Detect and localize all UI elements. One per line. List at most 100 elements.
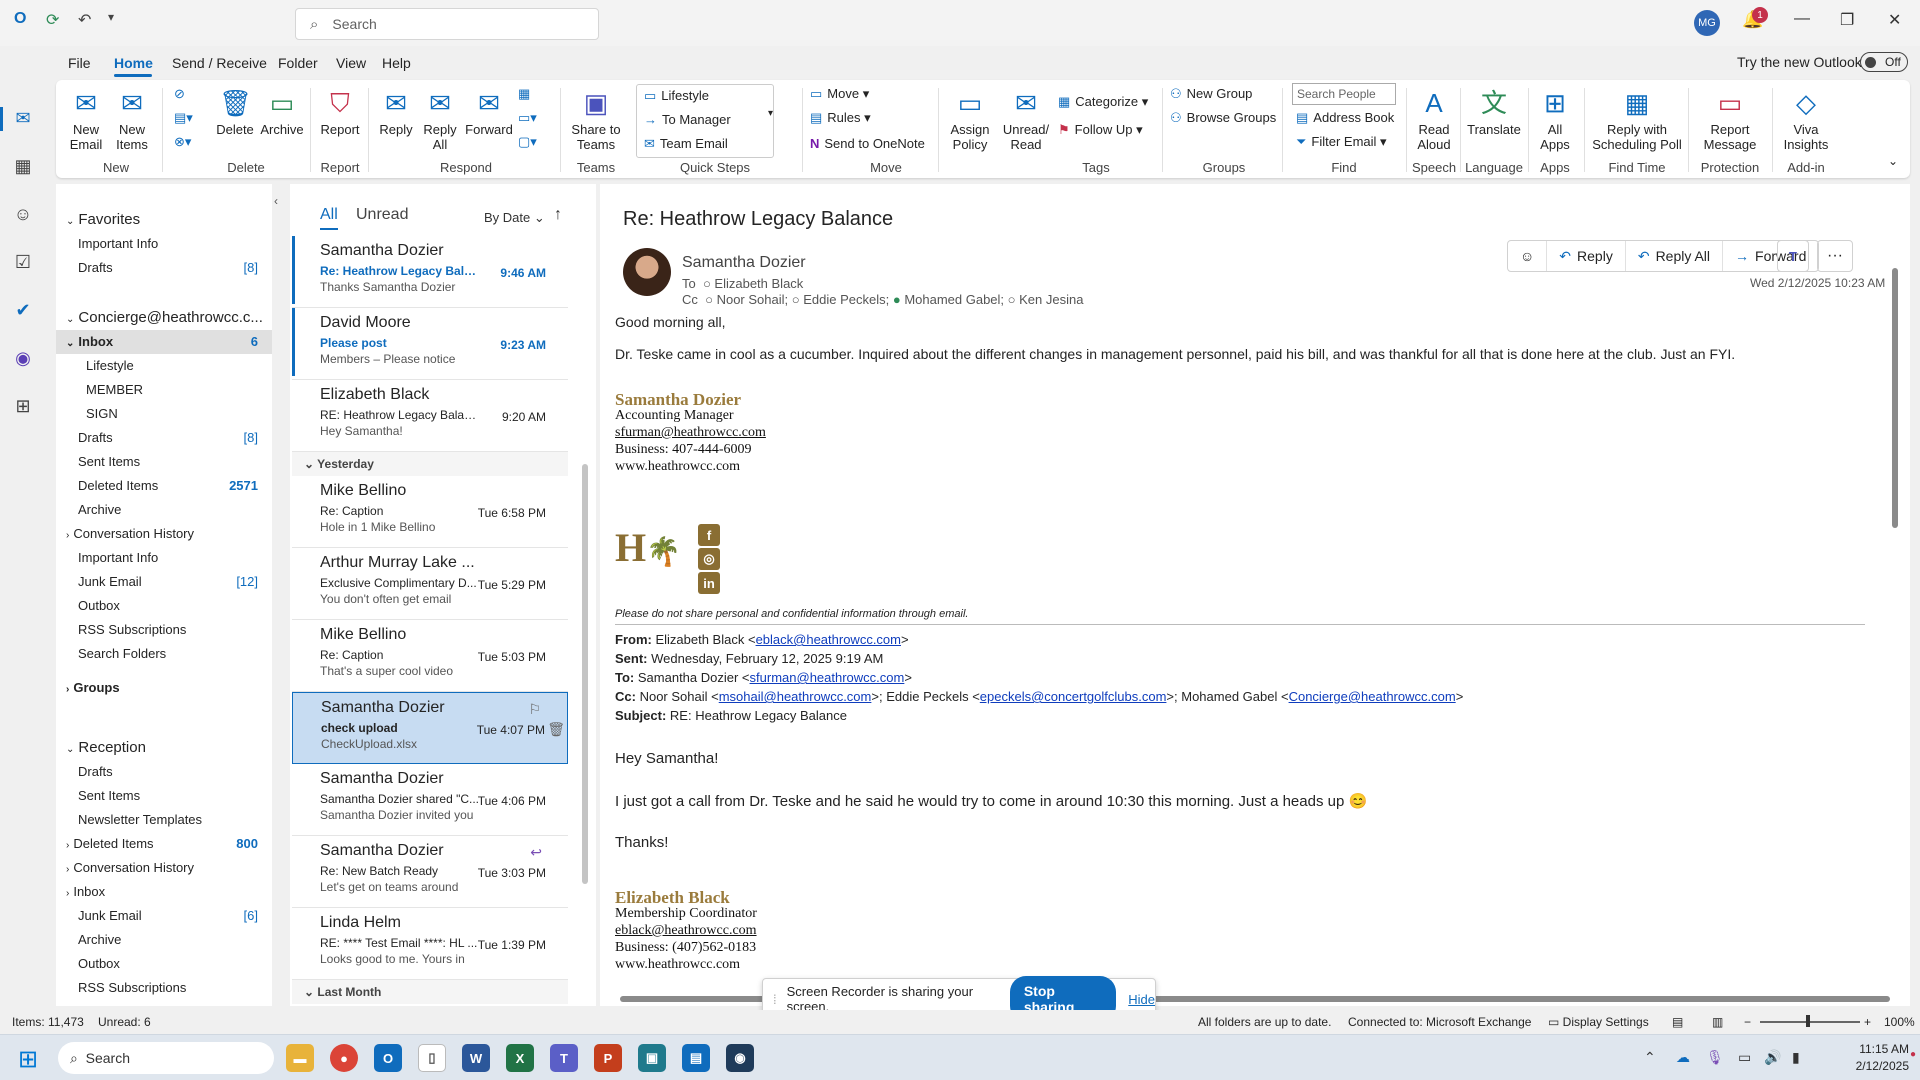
im-icon[interactable]: ▭▾ xyxy=(518,110,542,126)
hide-sharing-bar-link[interactable]: Hide xyxy=(1128,992,1155,1007)
new-group-button[interactable]: ⚇ New Group xyxy=(1170,86,1252,102)
apps-icon[interactable]: ⊞ xyxy=(11,394,35,418)
folder-lifestyle[interactable]: Lifestyle xyxy=(56,354,272,378)
reception-conversation-history[interactable]: › Conversation History xyxy=(56,856,272,880)
folder-member[interactable]: MEMBER xyxy=(56,378,272,402)
sync-icon[interactable]: ⟳ xyxy=(46,10,59,30)
undo-icon[interactable]: ↶ xyxy=(78,10,91,30)
linkedin-icon[interactable]: in xyxy=(698,572,720,594)
folder-favorites-important-info[interactable]: Important Info xyxy=(56,232,272,256)
viva-insights-button[interactable]: ◇ Viva Insights xyxy=(1776,88,1836,152)
reception-sent-items[interactable]: Sent Items xyxy=(56,784,272,808)
onedrive-icon[interactable]: ☁ xyxy=(1676,1049,1690,1066)
collapse-pane-icon[interactable]: ‹ xyxy=(274,194,278,208)
flag-icon[interactable]: ⚐ xyxy=(528,701,541,718)
group-header-last-month[interactable]: ⌄ Last Month xyxy=(292,980,568,1004)
drag-handle-icon[interactable]: ⁞ xyxy=(773,992,777,1007)
list-item[interactable]: Samantha Dozier Samantha Dozier shared "… xyxy=(292,764,568,836)
folder-rss-subscriptions[interactable]: RSS Subscriptions xyxy=(56,618,272,642)
list-item[interactable]: Mike Bellino Re: Caption Tue 5:03 PM Tha… xyxy=(292,620,568,692)
list-item[interactable]: Arthur Murray Lake ... Exclusive Complim… xyxy=(292,548,568,620)
screen-recorder-icon[interactable]: ◉ xyxy=(726,1044,754,1072)
close-icon[interactable]: ✕ xyxy=(1888,10,1901,30)
chrome-icon[interactable]: ● xyxy=(330,1044,358,1072)
display-settings-button[interactable]: ▭ Display Settings xyxy=(1548,1015,1649,1029)
quick-step-team-email[interactable]: ✉ Team Email xyxy=(644,136,728,152)
new-items-button[interactable]: ✉ New Items xyxy=(108,88,156,152)
sender-name[interactable]: Samantha Dozier xyxy=(682,254,806,272)
menu-home[interactable]: Home xyxy=(114,55,153,71)
recipient[interactable]: Mohamed Gabel; xyxy=(904,292,1004,307)
emoji-react-button[interactable]: ☺ xyxy=(1508,241,1548,271)
follow-up-button[interactable]: ⚑ Follow Up ▾ xyxy=(1058,122,1143,138)
sort-direction-icon[interactable]: ↑ xyxy=(554,206,562,224)
menu-file[interactable]: File xyxy=(68,55,91,71)
ribbon-collapse-icon[interactable]: ⌄ xyxy=(1888,154,1898,168)
meeting-icon[interactable]: ▦ xyxy=(518,86,535,102)
todo-icon[interactable]: ✔ xyxy=(11,298,35,322)
windows-start-icon[interactable]: ⊞ xyxy=(18,1045,38,1074)
reception-junk-email[interactable]: Junk Email [6] xyxy=(56,904,272,928)
report-message-button[interactable]: ▭ Report Message xyxy=(1692,88,1768,152)
search-input[interactable]: Search xyxy=(332,16,376,32)
all-apps-button[interactable]: ⊞ All Apps xyxy=(1530,88,1580,152)
menu-send-receive[interactable]: Send / Receive xyxy=(172,55,267,71)
email-link[interactable]: sfurman@heathrowcc.com xyxy=(750,670,905,685)
avatar[interactable]: MG xyxy=(1694,10,1720,36)
powerpoint-icon[interactable]: P xyxy=(594,1044,622,1072)
customize-toolbar-icon[interactable]: ▾ xyxy=(108,10,114,24)
zoom-out-icon[interactable]: − xyxy=(1744,1015,1751,1029)
battery-icon[interactable]: ▮ xyxy=(1792,1049,1800,1066)
outlook-taskbar-icon[interactable]: O xyxy=(374,1044,402,1072)
junk-icon[interactable]: ⊗▾ xyxy=(174,134,196,150)
menu-folder[interactable]: Folder xyxy=(278,55,318,71)
share-to-teams-button[interactable]: ▣ Share to Teams xyxy=(566,88,626,152)
instagram-icon[interactable]: ◎ xyxy=(698,548,720,570)
unread-read-button[interactable]: ✉ Unread/ Read xyxy=(998,88,1054,152)
zoom-level[interactable]: 100% xyxy=(1884,1015,1915,1029)
quick-step-lifestyle[interactable]: ▭ Lifestyle xyxy=(644,88,709,104)
rules-button[interactable]: ▤ Rules ▾ xyxy=(810,110,871,126)
search-people-input[interactable]: Search People xyxy=(1292,83,1396,105)
zoom-slider[interactable] xyxy=(1760,1021,1860,1023)
recipient[interactable]: Noor Sohail; xyxy=(717,292,789,307)
folder-junk-email[interactable]: Junk Email [12] xyxy=(56,570,272,594)
folder-sent-items[interactable]: Sent Items xyxy=(56,450,272,474)
reception-deleted-items[interactable]: › Deleted Items 800 xyxy=(56,832,272,856)
reception-drafts[interactable]: Drafts xyxy=(56,760,272,784)
list-item[interactable]: Mike Bellino Re: Caption Tue 6:58 PM Hol… xyxy=(292,476,568,548)
read-aloud-button[interactable]: A Read Aloud xyxy=(1410,88,1458,152)
tray-overflow-icon[interactable]: ⌃ xyxy=(1644,1049,1656,1066)
address-book-button[interactable]: ▤ Address Book xyxy=(1296,110,1394,126)
filter-all-tab[interactable]: All xyxy=(320,206,338,224)
assign-policy-button[interactable]: ▭ Assign Policy xyxy=(942,88,998,152)
tasks-icon[interactable]: ☑ xyxy=(11,250,35,274)
folder-archive[interactable]: Archive xyxy=(56,498,272,522)
microphone-icon[interactable]: 🎙 xyxy=(1706,1049,1724,1066)
file-explorer-icon[interactable]: ▬ xyxy=(286,1044,314,1072)
ignore-icon[interactable]: ⊘ xyxy=(174,86,190,102)
reply-all-button[interactable]: ✉ Reply All xyxy=(418,88,462,152)
notes-icon[interactable]: ▤ xyxy=(682,1044,710,1072)
list-item[interactable]: Linda Helm RE: **** Test Email ****: HL … xyxy=(292,908,568,980)
sort-by-dropdown[interactable]: By Date ⌄ xyxy=(484,210,545,226)
account-header[interactable]: ⌄ Concierge@heathrowcc.c... xyxy=(56,306,272,330)
list-item[interactable]: Elizabeth Black RE: Heathrow Legacy Bala… xyxy=(292,380,568,452)
restore-icon[interactable]: ❐ xyxy=(1840,10,1854,30)
taskbar-clock[interactable]: 11:15 AM 2/12/2025 xyxy=(1855,1041,1909,1075)
folder-inbox[interactable]: ⌄ Inbox 6 xyxy=(56,330,272,354)
translate-button[interactable]: 文 Translate xyxy=(1462,88,1526,137)
reception-inbox[interactable]: › Inbox xyxy=(56,880,272,904)
file-icon[interactable]: ▯ xyxy=(418,1044,446,1072)
delete-button[interactable]: 🗑 Delete xyxy=(212,88,258,137)
mail-icon[interactable]: ✉ xyxy=(11,106,35,130)
delete-icon[interactable]: 🗑 xyxy=(547,721,565,738)
reception-outbox[interactable]: Outbox xyxy=(56,952,272,976)
teams-app-icon[interactable]: T xyxy=(550,1044,578,1072)
filter-email-button[interactable]: ⏷ Filter Email ▾ xyxy=(1296,134,1387,150)
report-button[interactable]: ⛉ Report xyxy=(316,88,364,137)
normal-view-icon[interactable]: ▤ xyxy=(1672,1015,1683,1029)
more-options-button[interactable]: ··· xyxy=(1817,240,1853,272)
folder-important-info[interactable]: Important Info xyxy=(56,546,272,570)
filter-unread-tab[interactable]: Unread xyxy=(356,206,408,224)
